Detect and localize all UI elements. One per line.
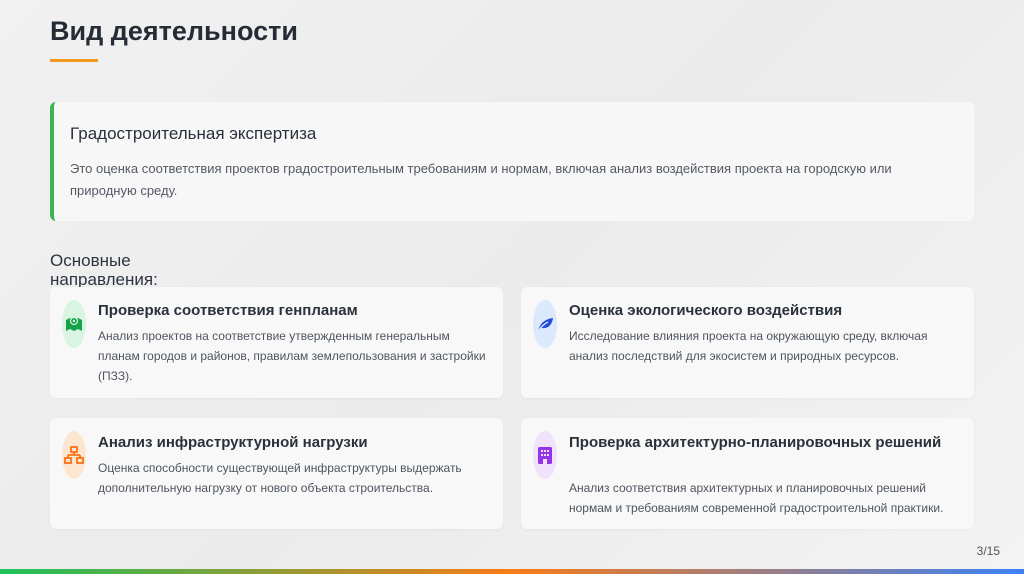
page-number: 3/15 [976, 544, 1000, 558]
hero-title: Градостроительная экспертиза [70, 124, 317, 143]
map-pin-icon [62, 300, 86, 348]
card-text: Анализ проектов на соответствие утвержде… [98, 329, 486, 383]
card-text: Оценка способности существующей инфрастр… [98, 461, 462, 495]
card-ecology: Оценка экологического воздействия Исслед… [521, 287, 974, 398]
section-title: Основные направления: [50, 251, 158, 289]
card-text: Анализ соответствия архитектурных и план… [569, 481, 944, 515]
leaf-icon [533, 300, 557, 348]
card-title: Проверка соответствия генпланам [98, 302, 358, 319]
card-architecture: Проверка архитектурно-планировочных реше… [521, 418, 974, 529]
card-title: Оценка экологического воздействия [569, 302, 843, 319]
network-icon [62, 431, 86, 479]
card-infrastructure: Анализ инфраструктурной нагрузки Оценка … [50, 418, 503, 529]
card-text: Исследование влияния проекта на окружающ… [569, 329, 928, 363]
card-title: Анализ инфраструктурной нагрузки [98, 434, 368, 451]
gradient-footer-bar [0, 569, 1024, 574]
slide-title: Вид деятельности [50, 16, 298, 46]
card-title: Проверка архитектурно-планировочных реше… [569, 434, 942, 451]
hero-card: Градостроительная экспертиза Это оценка … [50, 102, 974, 221]
hero-text: Это оценка соответствия проектов градост… [70, 161, 892, 198]
title-underline [50, 59, 98, 62]
building-icon [533, 431, 557, 479]
card-genplan: Проверка соответствия генпланам Анализ п… [50, 287, 503, 398]
